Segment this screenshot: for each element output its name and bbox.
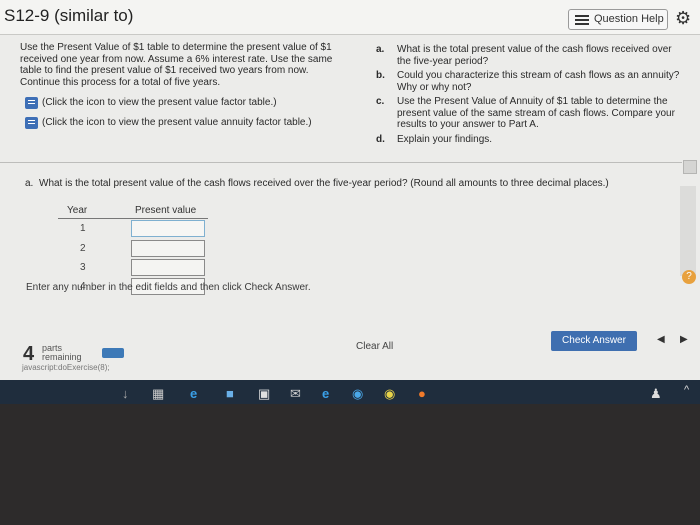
chevron-up-icon[interactable]: ^ <box>684 384 689 396</box>
page-title: S12-9 (similar to) <box>4 6 134 25</box>
question-letter: a. <box>376 44 385 55</box>
parts-label: parts remaining <box>42 343 82 362</box>
col-header-year: Year <box>67 205 88 216</box>
previous-icon[interactable]: ◀ <box>657 334 665 345</box>
resize-handle[interactable] <box>683 160 697 174</box>
question-text: Explain your findings. <box>397 133 493 145</box>
microphone-icon[interactable]: ↓ <box>122 386 129 401</box>
annuity-table-link-label: (Click the icon to view the present valu… <box>42 117 312 128</box>
photos-icon[interactable]: ■ <box>226 386 234 401</box>
list-icon <box>575 15 589 25</box>
table-row: 1 <box>58 219 208 239</box>
year-cell: 2 <box>80 243 86 254</box>
people-icon[interactable]: ♟ <box>650 386 662 402</box>
question-text: Use the Present Value of Annuity of $1 t… <box>397 96 675 130</box>
part-a-letter: a. <box>25 178 34 189</box>
clear-all-button[interactable]: Clear All <box>356 341 393 352</box>
ie-icon[interactable]: e <box>322 386 329 401</box>
firefox-icon[interactable]: ● <box>418 386 426 401</box>
status-bar-text: javascript:doExercise(8); <box>22 363 110 372</box>
edge-icon[interactable]: e <box>190 386 197 401</box>
present-value-input[interactable] <box>131 240 205 257</box>
part-a-text: What is the total present value of the c… <box>39 178 609 189</box>
question-a: a. What is the total present value of th… <box>376 44 686 67</box>
pv-table-link-label: (Click the icon to view the present valu… <box>42 97 277 108</box>
next-icon[interactable]: ▶ <box>680 334 688 345</box>
browser-screen: S12-9 (similar to) Question Help ⚙ Use t… <box>0 0 700 380</box>
help-icon[interactable]: ? <box>682 270 696 284</box>
question-text: Could you characterize this stream of ca… <box>397 70 680 93</box>
question-letter: d. <box>376 133 385 145</box>
chrome-icon[interactable]: ◉ <box>352 386 363 402</box>
taskbar <box>0 380 700 404</box>
table-icon[interactable] <box>25 117 38 129</box>
mail-icon[interactable]: ✉ <box>290 386 301 402</box>
scrollbar[interactable] <box>680 186 696 276</box>
media-icon[interactable]: ◉ <box>384 386 395 402</box>
store-icon[interactable]: ▣ <box>258 386 270 402</box>
year-cell: 3 <box>80 262 86 273</box>
question-list: a. What is the total present value of th… <box>376 44 686 148</box>
question-b: b. Could you characterize this stream of… <box>376 70 686 93</box>
question-letter: c. <box>376 96 385 107</box>
present-value-input[interactable] <box>131 220 205 237</box>
title-bar: S12-9 (similar to) Question Help ⚙ <box>0 0 700 35</box>
year-cell: 1 <box>80 223 86 234</box>
part-a-question: a. What is the total present value of th… <box>25 178 609 189</box>
question-text: What is the total present value of the c… <box>397 44 672 67</box>
pane-divider <box>0 162 682 163</box>
question-help-button[interactable]: Question Help <box>568 9 668 30</box>
question-c: c. Use the Present Value of Annuity of $… <box>376 96 686 131</box>
table-icon[interactable] <box>25 97 38 109</box>
present-value-input[interactable] <box>131 259 205 276</box>
problem-intro: Use the Present Value of $1 table to det… <box>20 42 333 88</box>
question-help-label: Question Help <box>594 13 664 25</box>
table-row: 3 <box>58 258 208 278</box>
check-answer-button[interactable]: Check Answer <box>551 331 637 351</box>
instruction-hint: Enter any number in the edit fields and … <box>26 282 311 293</box>
question-d: d. Explain your findings. <box>376 134 686 146</box>
col-header-present-value: Present value <box>135 205 197 216</box>
progress-icon <box>102 348 124 358</box>
table-row: 2 <box>58 239 208 259</box>
desk-area <box>0 404 700 525</box>
task-view-icon[interactable]: ▦ <box>152 386 164 402</box>
question-letter: b. <box>376 70 385 81</box>
gear-icon[interactable]: ⚙ <box>675 8 691 29</box>
